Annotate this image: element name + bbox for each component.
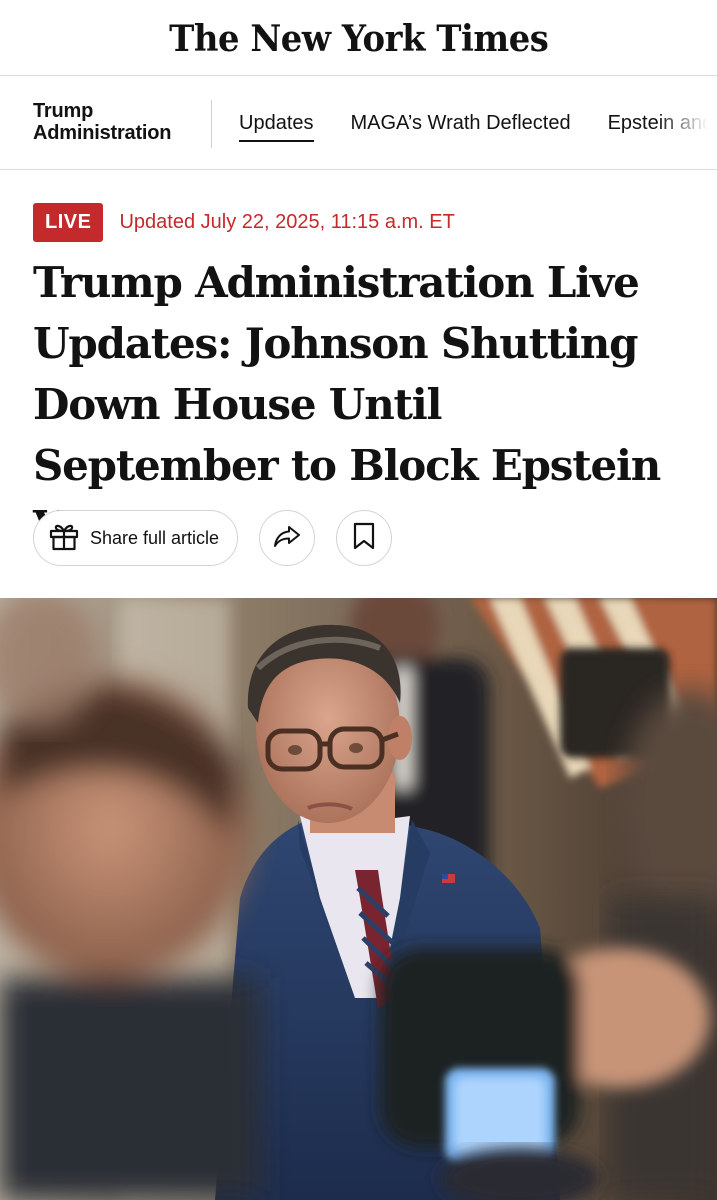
section-title-line2: Administration [33,122,172,144]
share-arrow-icon [272,521,302,556]
live-row: LIVE Updated July 22, 2025, 11:15 a.m. E… [33,203,455,242]
updated-timestamp: Updated July 22, 2025, 11:15 a.m. ET [119,211,455,233]
nav-link-epstein[interactable]: Epstein and [608,112,714,142]
masthead: The New York Times [0,0,717,76]
nav-link-maga-wrath-deflected[interactable]: MAGA’s Wrath Deflected [351,112,571,142]
article-actions: Share full article [33,510,392,566]
section-nav: Trump Administration Updates MAGA’s Wrat… [0,76,717,170]
share-button[interactable] [259,510,315,566]
section-title-line1: Trump [33,100,94,122]
section-title[interactable]: Trump Administration [33,100,172,144]
nav-link-updates[interactable]: Updates [239,112,314,142]
share-full-article-button[interactable]: Share full article [33,510,238,566]
bookmark-icon [352,521,376,556]
gift-icon [48,520,80,557]
nyt-logo[interactable]: The New York Times [169,18,549,60]
share-full-article-label: Share full article [90,527,220,548]
nav-divider [211,100,212,148]
save-button[interactable] [336,510,392,566]
live-badge: LIVE [33,203,104,242]
nav-links: Updates MAGA’s Wrath Deflected Epstein a… [239,112,713,142]
lead-photo [0,598,717,1200]
